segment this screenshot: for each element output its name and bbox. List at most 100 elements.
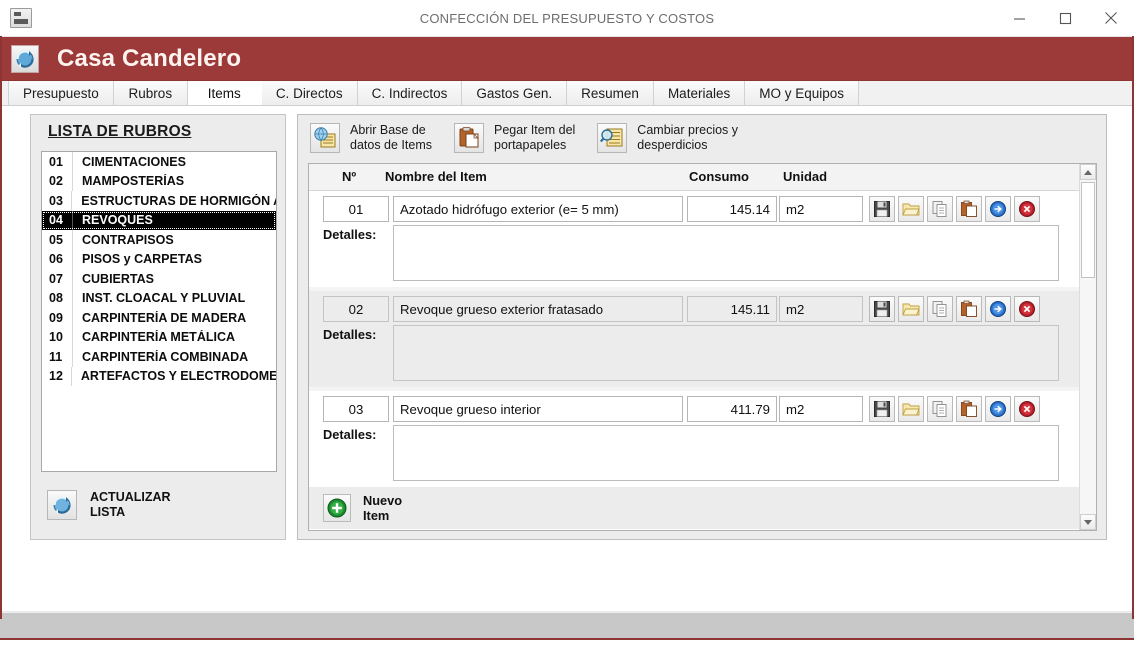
status-bar (0, 612, 1134, 640)
delete-icon[interactable] (1014, 396, 1040, 422)
delete-icon[interactable] (1014, 296, 1040, 322)
rubros-list[interactable]: 01 CIMENTACIONES 02 MAMPOSTERÍAS 03 ESTR… (41, 151, 277, 472)
column-header-consumo: Consumo (689, 169, 749, 184)
list-item[interactable]: 05 CONTRAPISOS (42, 230, 276, 250)
scroll-down-arrow-icon[interactable] (1080, 514, 1096, 530)
goto-arrow-icon[interactable] (985, 196, 1011, 222)
list-item[interactable]: 01 CIMENTACIONES (42, 152, 276, 172)
rubro-name: REVOQUES (82, 213, 153, 228)
pegar-item-button[interactable]: Pegar Item del portapapeles (454, 123, 575, 154)
tab-c-indirectos[interactable]: C. Indirectos (357, 81, 463, 105)
detalles-row: Detalles: (309, 425, 1079, 487)
tab-rubros[interactable]: Rubros (113, 81, 188, 105)
goto-arrow-icon[interactable] (985, 396, 1011, 422)
rubro-name: INST. CLOACAL Y PLUVIAL (82, 291, 246, 306)
list-item[interactable]: 12 ARTEFACTOS Y ELECTRODOMES (42, 366, 276, 386)
tab-resumen[interactable]: Resumen (567, 81, 654, 105)
list-item[interactable]: 07 CUBIERTAS (42, 269, 276, 289)
rubro-number: 07 (42, 269, 73, 289)
cambiar-precios-button[interactable]: Cambiar precios y desperdicios (597, 123, 738, 154)
paste-icon[interactable] (956, 296, 982, 322)
goto-arrow-icon[interactable] (985, 296, 1011, 322)
rubro-number: 06 (42, 249, 73, 269)
tab-mo-y-equipos[interactable]: MO y Equipos (745, 81, 860, 105)
toolbar-line1: Pegar Item del (494, 122, 576, 137)
maximize-button[interactable] (1042, 0, 1088, 36)
list-item[interactable]: 08 INST. CLOACAL Y PLUVIAL (42, 288, 276, 308)
nuevo-item-line1: Nuevo (363, 493, 403, 508)
detalles-field[interactable] (393, 225, 1059, 281)
save-icon[interactable] (869, 196, 895, 222)
rubro-number: 04 (42, 210, 73, 230)
tab-gastos-gen[interactable]: Gastos Gen. (462, 81, 568, 105)
tab-materiales[interactable]: Materiales (653, 81, 746, 105)
abrir-base-datos-label: Abrir Base de datos de Items (350, 123, 432, 154)
item-name-field[interactable]: Revoque grueso interior (393, 396, 683, 422)
close-button[interactable] (1088, 0, 1134, 36)
open-folder-icon[interactable] (898, 396, 924, 422)
nuevo-item-button[interactable]: Nuevo Item (309, 487, 1079, 529)
paste-icon[interactable] (956, 396, 982, 422)
open-folder-icon[interactable] (898, 196, 924, 222)
rubro-name: ESTRUCTURAS DE HORMIGÓN A (81, 193, 276, 208)
scroll-up-arrow-icon[interactable] (1080, 164, 1096, 180)
items-grid-body: Nº Nombre del Item Consumo Unidad 01 Azo… (309, 164, 1079, 530)
column-header-unidad: Unidad (783, 169, 828, 184)
copy-icon[interactable] (927, 196, 953, 222)
item-number-field[interactable]: 01 (323, 196, 389, 222)
detalles-field[interactable] (393, 325, 1059, 381)
rubro-name: PISOS y CARPETAS (82, 252, 202, 267)
list-item[interactable]: 02 MAMPOSTERÍAS (42, 171, 276, 191)
table-row: 03 Revoque grueso interior 411.79 m2 (309, 391, 1079, 425)
cambiar-precios-label: Cambiar precios y desperdicios (637, 123, 738, 154)
item-consumo-field[interactable]: 145.14 (687, 196, 777, 222)
database-globe-icon (310, 123, 340, 153)
table-row: 02 Revoque grueso exterior fratasado 145… (309, 291, 1079, 325)
nuevo-item-label: Nuevo Item (363, 493, 402, 523)
item-unidad-field[interactable]: m2 (779, 196, 863, 222)
item-unidad-field[interactable]: m2 (779, 296, 863, 322)
actualizar-lista-button[interactable]: ACTUALIZAR LISTA (41, 482, 277, 528)
detalles-field[interactable] (393, 425, 1059, 481)
tab-c-directos[interactable]: C. Directos (261, 81, 358, 105)
tab-items[interactable]: Items (187, 81, 262, 105)
item-name-field[interactable]: Revoque grueso exterior fratasado (393, 296, 683, 322)
item-name-field[interactable]: Azotado hidrófugo exterior (e= 5 mm) (393, 196, 683, 222)
list-item[interactable]: 03 ESTRUCTURAS DE HORMIGÓN A (42, 191, 276, 211)
rubro-number: 10 (42, 327, 73, 347)
item-unidad-field[interactable]: m2 (779, 396, 863, 422)
item-consumo-field[interactable]: 411.79 (687, 396, 777, 422)
list-item[interactable]: 09 CARPINTERÍA DE MADERA (42, 308, 276, 328)
scroll-thumb[interactable] (1081, 182, 1095, 278)
open-folder-icon[interactable] (898, 296, 924, 322)
copy-icon[interactable] (927, 296, 953, 322)
rubro-number: 01 (42, 152, 73, 172)
copy-icon[interactable] (927, 396, 953, 422)
detalles-row: Detalles: (309, 325, 1079, 387)
delete-icon[interactable] (1014, 196, 1040, 222)
minimize-button[interactable] (996, 0, 1042, 36)
vertical-scrollbar[interactable] (1079, 164, 1096, 530)
item-number-field[interactable]: 03 (323, 396, 389, 422)
detalles-row: Detalles: (309, 225, 1079, 287)
tab-bar-filler (859, 81, 1134, 105)
paste-icon[interactable] (956, 196, 982, 222)
detalles-label: Detalles: (323, 327, 377, 342)
save-icon[interactable] (869, 296, 895, 322)
tab-bar: Presupuesto Rubros Items C. Directos C. … (0, 81, 1134, 106)
list-item[interactable]: 06 PISOS y CARPETAS (42, 249, 276, 269)
save-icon[interactable] (869, 396, 895, 422)
toolbar-line2: datos de Items (350, 138, 432, 152)
window-left-edge (0, 36, 2, 619)
item-number-field[interactable]: 02 (323, 296, 389, 322)
list-item-selected[interactable]: 04 REVOQUES (42, 210, 276, 230)
list-item[interactable]: 10 CARPINTERÍA METÁLICA (42, 327, 276, 347)
abrir-base-datos-button[interactable]: Abrir Base de datos de Items (310, 123, 432, 154)
rubro-name: ARTEFACTOS Y ELECTRODOMES (80, 369, 276, 384)
detalles-label: Detalles: (323, 227, 377, 242)
item-consumo-field[interactable]: 145.11 (687, 296, 777, 322)
tab-presupuesto[interactable]: Presupuesto (8, 81, 114, 105)
list-item[interactable]: 11 CARPINTERÍA COMBINADA (42, 347, 276, 367)
item-block: 01 Azotado hidrófugo exterior (e= 5 mm) … (309, 191, 1079, 287)
globe-refresh-icon (47, 490, 77, 520)
